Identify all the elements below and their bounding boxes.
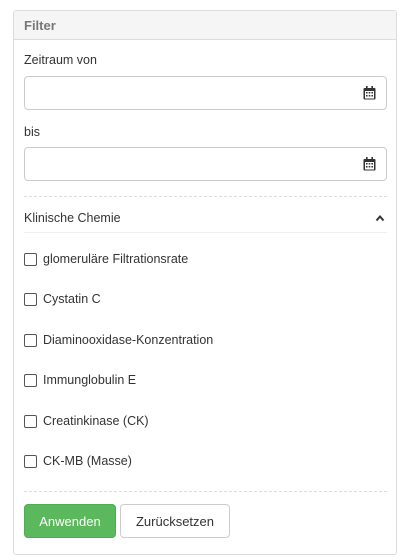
panel-title: Filter xyxy=(14,11,396,40)
chevron-up-icon[interactable] xyxy=(375,214,385,222)
checkbox-label[interactable]: glomeruläre Filtrationsrate xyxy=(43,252,188,266)
calendar-icon[interactable] xyxy=(363,86,376,100)
checkbox-row[interactable]: glomeruläre Filtrationsrate xyxy=(24,251,188,267)
checkbox-row[interactable]: Cystatin C xyxy=(24,291,101,307)
checkbox[interactable] xyxy=(24,292,37,306)
checkbox-row[interactable]: Diaminooxidase-Konzentration xyxy=(24,332,213,348)
checkbox-label[interactable]: CK-MB (Masse) xyxy=(43,454,132,468)
divider xyxy=(24,196,387,197)
reset-button[interactable]: Zurücksetzen xyxy=(120,504,230,538)
checkbox[interactable] xyxy=(24,373,37,387)
date-from-field[interactable] xyxy=(24,76,387,110)
section-header-klinische-chemie[interactable]: Klinische Chemie xyxy=(24,203,387,233)
date-from-label: Zeitraum von xyxy=(24,53,97,67)
checkbox-row[interactable]: Creatinkinase (CK) xyxy=(24,413,149,429)
calendar-icon[interactable] xyxy=(363,157,376,171)
checkbox[interactable] xyxy=(24,454,37,468)
checkbox[interactable] xyxy=(24,333,37,347)
checkbox-label[interactable]: Immunglobulin E xyxy=(43,373,136,387)
checkbox[interactable] xyxy=(24,252,37,266)
date-from-input[interactable] xyxy=(31,77,355,109)
checkbox-row[interactable]: Immunglobulin E xyxy=(24,372,136,388)
checkbox-label[interactable]: Diaminooxidase-Konzentration xyxy=(43,333,213,347)
checkbox[interactable] xyxy=(24,414,37,428)
checkbox-label[interactable]: Cystatin C xyxy=(43,292,101,306)
filter-panel: Filter Zeitraum von bis Klinische Chemie… xyxy=(13,10,397,555)
date-to-label: bis xyxy=(24,125,40,139)
section-title: Klinische Chemie xyxy=(24,211,121,225)
checkbox-row[interactable]: CK-MB (Masse) xyxy=(24,453,132,469)
apply-button[interactable]: Anwenden xyxy=(24,504,116,538)
date-to-field[interactable] xyxy=(24,147,387,181)
divider xyxy=(24,491,387,492)
checkbox-label[interactable]: Creatinkinase (CK) xyxy=(43,414,149,428)
date-to-input[interactable] xyxy=(31,148,355,180)
